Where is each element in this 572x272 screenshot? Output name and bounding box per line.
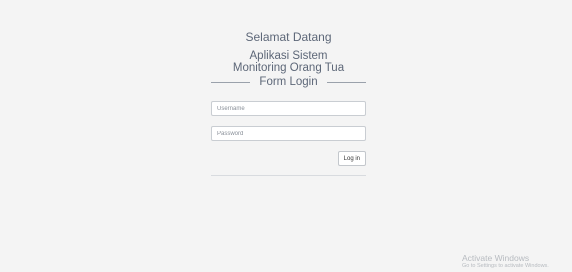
app-title: Aplikasi Sistem Monitoring Orang Tua <box>211 50 366 74</box>
button-row: Log in <box>211 151 366 166</box>
app-title-line-2: Monitoring Orang Tua <box>232 62 345 74</box>
login-page: Selamat Datang Aplikasi Sistem Monitorin… <box>0 0 572 272</box>
login-button[interactable]: Log in <box>337 151 366 166</box>
watermark-title: Activate Windows <box>462 253 530 263</box>
form-title-row: Form Login <box>211 75 367 89</box>
app-title-line-1: Aplikasi Sistem <box>249 50 328 62</box>
form-bottom-divider <box>211 175 366 176</box>
username-input[interactable] <box>211 101 366 116</box>
login-panel: Selamat Datang Aplikasi Sistem Monitorin… <box>211 30 367 176</box>
divider-right <box>326 81 367 83</box>
password-input[interactable] <box>211 126 366 141</box>
welcome-heading: Selamat Datang <box>245 30 332 44</box>
form-title: Form Login <box>259 76 318 88</box>
activate-windows-watermark: Activate Windows Go to Settings to activ… <box>462 253 549 270</box>
divider-left <box>211 81 251 83</box>
watermark-subtitle: Go to Settings to activate Windows. <box>462 263 549 269</box>
